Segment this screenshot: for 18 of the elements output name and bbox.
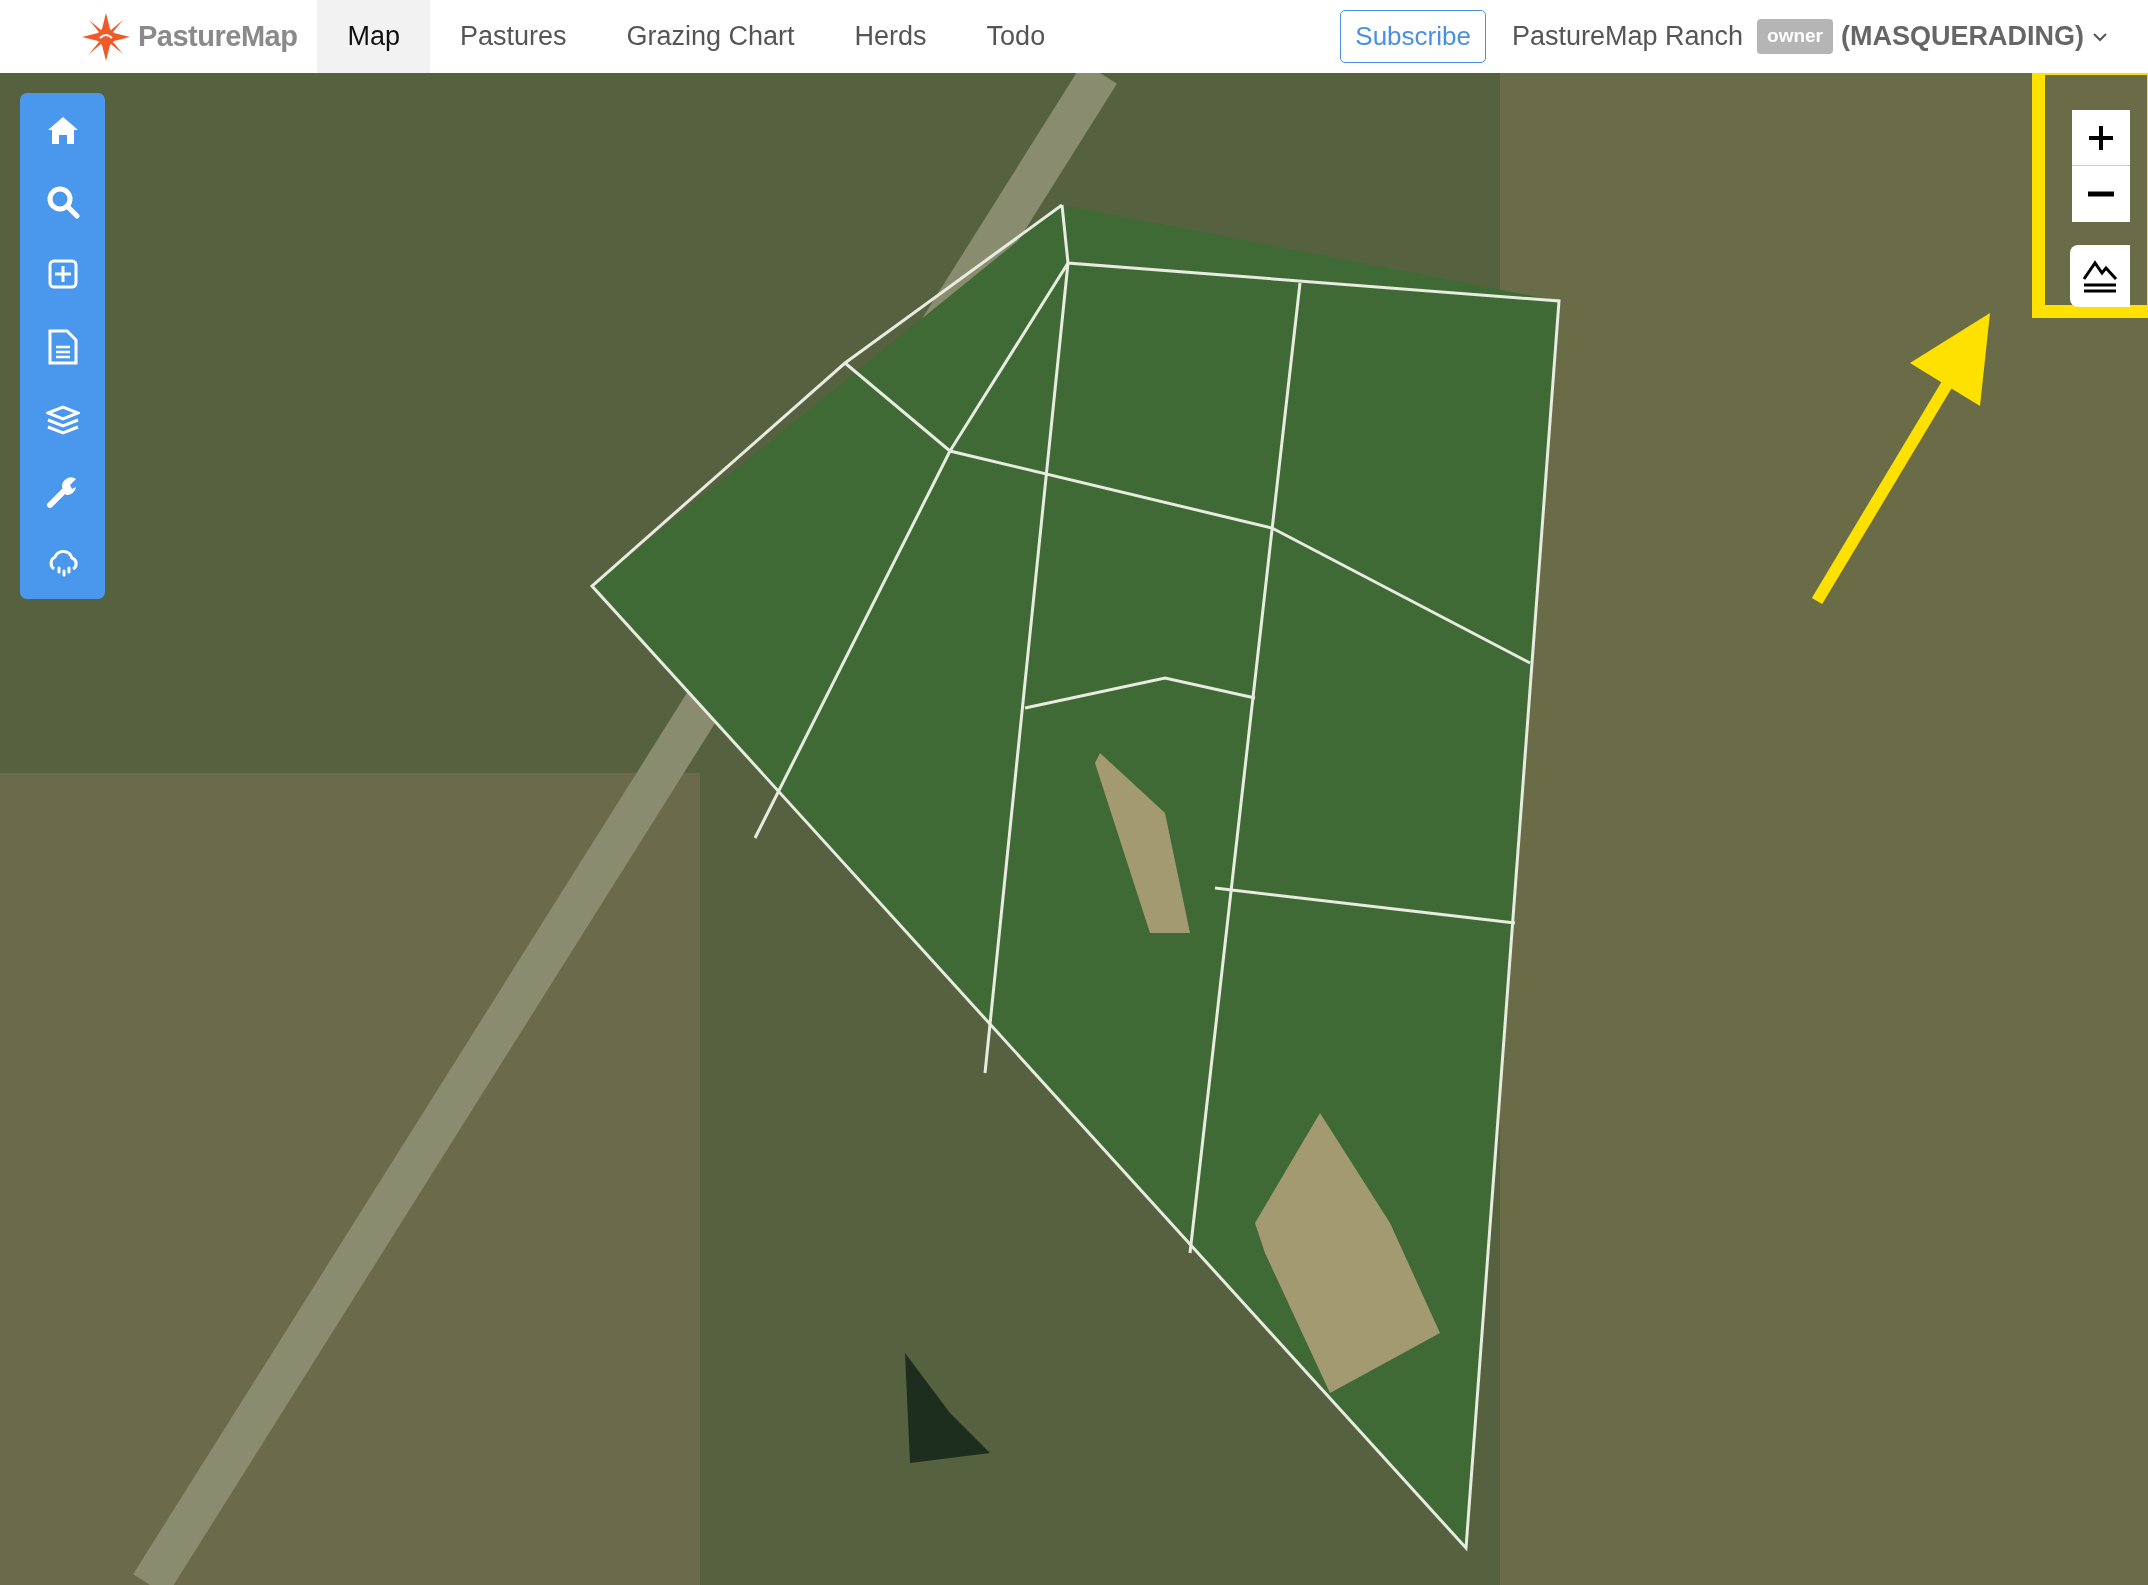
mountain-icon (2082, 259, 2118, 293)
nav-tab[interactable]: Herds (824, 0, 957, 73)
nav-tab[interactable]: Todo (956, 0, 1076, 73)
zoom-in-button[interactable] (2072, 110, 2130, 166)
search-icon[interactable] (45, 185, 80, 219)
ranch-name[interactable]: PastureMap Ranch (1511, 16, 1744, 57)
add-square-icon[interactable] (47, 259, 78, 289)
role-badge: owner (1757, 19, 1833, 54)
chevron-down-icon[interactable] (2092, 31, 2108, 42)
terrain-button[interactable] (2070, 245, 2130, 307)
nav-tab[interactable]: Map (317, 0, 430, 73)
layers-icon[interactable] (45, 405, 80, 435)
masquerading-label[interactable]: (MASQUERADING) (1841, 16, 2084, 57)
minus-icon (2088, 191, 2114, 197)
nav-tab[interactable]: Pastures (429, 0, 597, 73)
document-icon[interactable] (47, 329, 78, 365)
plus-icon (2087, 123, 2115, 152)
nav-tab[interactable]: Grazing Chart (596, 0, 825, 73)
